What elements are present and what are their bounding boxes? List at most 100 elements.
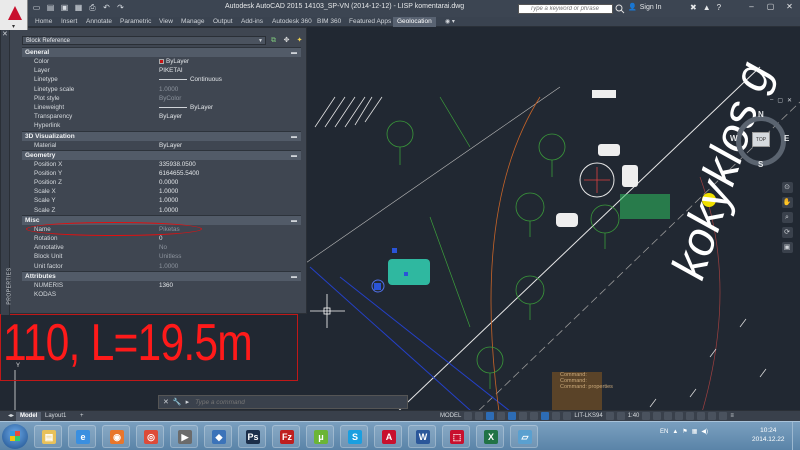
property-row[interactable]: Scale Z 1.0000 [22,206,301,215]
command-line[interactable]: ✕ 🔧 ▸ [158,395,408,409]
help-icon[interactable]: ? [717,3,721,13]
property-value[interactable]: 0.0000 [147,178,301,187]
property-row[interactable]: Layer PIKETAI [22,66,301,75]
minimize-button[interactable]: – [742,0,761,14]
tab-bim-360[interactable]: BIM 360 [317,17,341,27]
property-value[interactable]: 6164655.5400 [147,169,301,178]
viewcube-top-face[interactable]: TOP [752,132,770,147]
compass-south[interactable]: S [758,160,763,169]
property-value[interactable]: 1.0000 [147,262,301,271]
tab-layout1[interactable]: Layout1 [41,412,70,421]
property-value[interactable]: 335938.0500 [147,160,301,169]
taskbar-app-utorrent[interactable]: μ [306,425,334,448]
otrack-toggle[interactable] [519,412,528,420]
ortho-toggle[interactable] [486,412,495,420]
flag-icon[interactable]: ⚑ [682,428,687,435]
property-value[interactable]: Continuous [147,75,301,84]
property-value[interactable]: 1.0000 [147,196,301,205]
units-button[interactable] [664,412,673,420]
taskbar-app-paint[interactable]: ▱ [510,425,538,448]
annotation-scale[interactable]: 1:40 [628,413,640,419]
orbit-icon[interactable]: ⟳ [781,227,793,238]
taskbar-app-acrobat[interactable]: ⬚ [442,425,470,448]
property-value[interactable]: 1.0000 [147,187,301,196]
taskbar-app-chrome[interactable]: ◎ [136,425,164,448]
add-layout-button[interactable]: + [76,412,88,421]
application-menu-button[interactable]: ▾ [0,0,28,30]
property-row[interactable]: Transparency ByLayer [22,112,301,121]
taskbar-app-virtualbox[interactable]: ◆ [204,425,232,448]
transparency-toggle[interactable] [541,412,550,420]
tab-view[interactable]: View [159,17,173,27]
quick-select-icon[interactable]: ✦ [295,36,304,45]
sign-in-button[interactable]: 👤 Sign In [628,3,662,12]
close-icon[interactable]: ✕ [2,30,8,38]
save-icon[interactable]: ▣ [59,2,70,13]
undo-icon[interactable]: ↶ [101,2,112,13]
selection-dropdown[interactable]: Block Reference ▼ [22,36,266,45]
stay-connected-icon[interactable]: ▲ [703,3,711,13]
property-row[interactable]: NUMERIS 1360 [22,281,301,290]
viewport-minimize[interactable]: – [770,97,773,104]
tab-insert[interactable]: Insert [61,17,77,27]
annotation-visibility-toggle[interactable] [605,412,614,420]
viewport-close[interactable]: ✕ [787,97,792,104]
ribbon-minimize-icon[interactable]: ◉ ▾ [445,18,455,25]
tab-autodesk-360[interactable]: Autodesk 360 [272,17,312,27]
property-value[interactable]: ByLayer [147,57,301,66]
steering-wheel-icon[interactable]: ⊙ [781,182,793,193]
taskbar-app-media[interactable]: ▶ [170,425,198,448]
close-icon[interactable]: ✕ [163,398,169,406]
property-value[interactable]: ByLayer [147,112,301,121]
save-as-icon[interactable]: ▦ [73,2,84,13]
property-value[interactable]: Unitless [147,252,301,261]
property-row[interactable]: Name Piketas [22,221,301,236]
property-value[interactable]: 1.0000 [147,85,301,94]
tab-output[interactable]: Output [213,17,233,27]
search-box[interactable] [518,4,613,14]
redo-icon[interactable]: ↷ [115,2,126,13]
osnap-toggle[interactable] [508,412,517,420]
property-value[interactable]: 0 [147,234,301,243]
property-row[interactable]: Position Z 0.0000 [22,178,301,187]
tray-arrow-icon[interactable]: ▲ [672,429,678,435]
property-row[interactable]: Scale Y 1.0000 [22,196,301,205]
compass-west[interactable]: W [730,134,738,143]
isolate-objects-button[interactable] [697,412,706,420]
property-row[interactable]: Lineweight ByLayer [22,103,301,112]
property-row[interactable]: Hyperlink [22,121,301,130]
section-header[interactable]: 3D Visualization ▬ [22,130,301,141]
property-value[interactable]: ByColor [147,94,301,103]
taskbar-app-skype[interactable]: S [340,425,368,448]
property-value[interactable]: ByLayer [147,103,301,112]
zoom-icon[interactable]: ⌕ [781,212,793,223]
command-input[interactable] [195,396,386,408]
property-row[interactable]: Rotation 0 [22,234,301,243]
taskbar-app-internet-explorer[interactable]: e [68,425,96,448]
property-value[interactable]: ByLayer [147,141,301,150]
start-button[interactable] [2,424,28,449]
property-row[interactable]: Position Y 6164655.5400 [22,169,301,178]
property-row[interactable]: KODAS [22,290,301,299]
print-icon[interactable]: ⎙ [87,2,98,13]
autoscale-toggle[interactable] [616,412,625,420]
volume-icon[interactable]: ◀) [701,428,708,435]
property-row[interactable]: Scale X 1.0000 [22,187,301,196]
property-value[interactable]: No [147,243,301,252]
maximize-button[interactable]: ▢ [761,0,780,14]
quick-properties-toggle[interactable] [675,412,684,420]
select-objects-icon[interactable]: ✥ [282,36,291,45]
property-value[interactable]: Piketas [147,225,301,234]
property-value[interactable]: 1.0000 [147,206,301,215]
property-row[interactable]: Material ByLayer [22,141,301,150]
tab-home[interactable]: Home [35,17,52,27]
property-row[interactable]: Block Unit Unitless [22,252,301,261]
close-button[interactable]: ✕ [780,0,799,14]
tab-featured-apps[interactable]: Featured Apps [349,17,391,27]
exchange-apps-icon[interactable]: ✖ [690,3,697,13]
customization-menu-icon[interactable]: ≡ [730,413,734,419]
hardware-acceleration-button[interactable] [708,412,717,420]
viewcube[interactable]: TOP N S E W [730,110,790,170]
taskbar-app-autocad[interactable]: A [374,425,402,448]
search-input[interactable] [528,4,610,14]
